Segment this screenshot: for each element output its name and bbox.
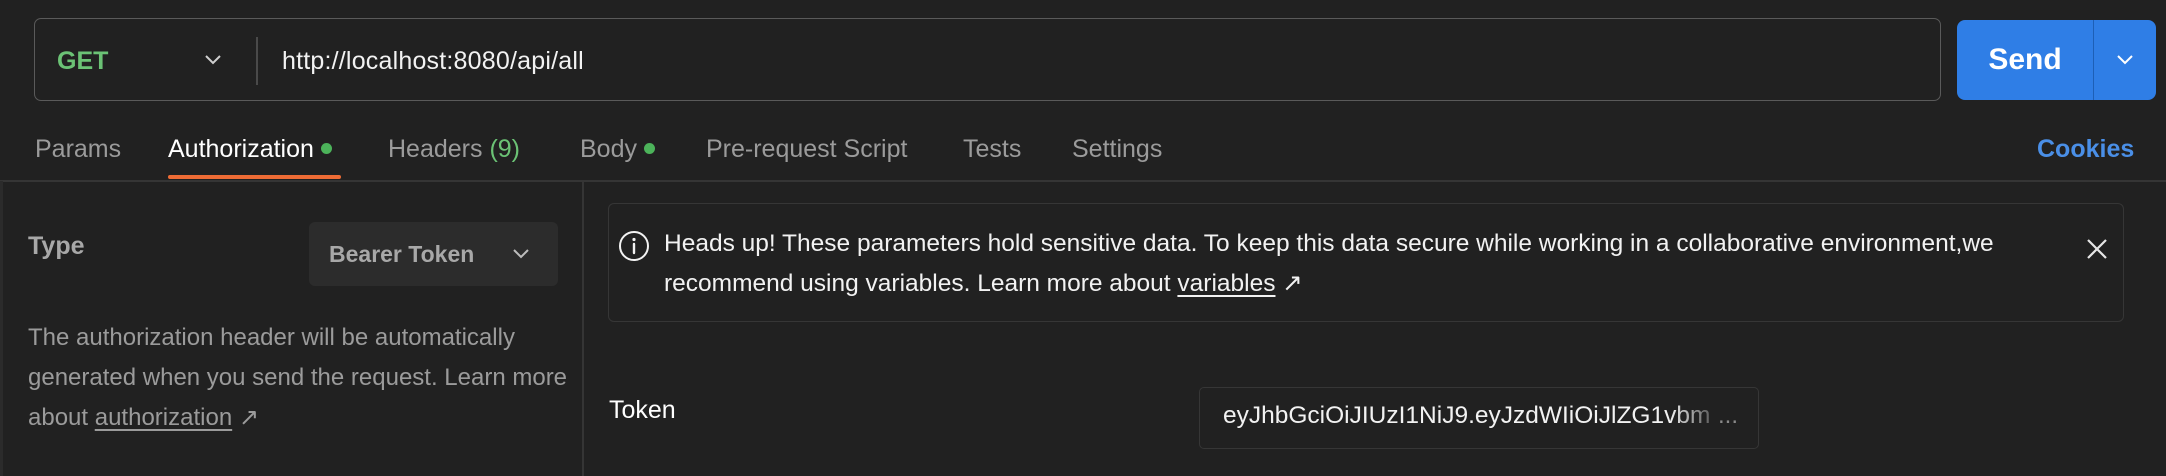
tab-tests[interactable]: Tests <box>963 132 1021 166</box>
tab-label: Tests <box>963 135 1022 163</box>
auth-description: The authorization header will be automat… <box>28 318 568 438</box>
authorization-link[interactable]: authorization <box>95 404 232 431</box>
tab-headers[interactable]: Headers (9) <box>388 132 520 166</box>
cookies-link[interactable]: Cookies <box>2037 132 2134 166</box>
external-link-arrow-icon: ↗ <box>1282 270 1303 297</box>
external-link-arrow-icon: ↗ <box>238 404 259 431</box>
tab-label: Body <box>580 135 637 163</box>
tab-label: Headers <box>388 135 483 163</box>
url-divider <box>256 37 258 85</box>
token-value[interactable]: eyJhbGciOiJIUzI1NiJ9.eyJzdWIiOiJlZG1vbm <box>1223 399 1743 433</box>
tab-label: Params <box>35 135 122 163</box>
panel-divider[interactable] <box>582 181 584 476</box>
status-dot <box>643 142 655 154</box>
tab-label: Settings <box>1072 135 1163 163</box>
chevron-down-icon[interactable] <box>200 47 226 73</box>
info-icon <box>619 231 649 261</box>
banner-text: Heads up! These parameters hold sensitiv… <box>664 230 1994 297</box>
token-ellipsis: ... <box>1718 402 1739 429</box>
token-label: Token <box>609 396 676 424</box>
tab-label: Pre-request Script <box>706 135 908 163</box>
status-dot <box>320 142 332 154</box>
panel-edge <box>0 181 3 476</box>
send-options-button[interactable] <box>2094 20 2156 100</box>
chevron-down-icon <box>2117 55 2133 65</box>
url-input[interactable]: http://localhost:8080/api/all <box>282 44 584 78</box>
tab-settings[interactable]: Settings <box>1072 132 1162 166</box>
send-button[interactable]: Send <box>1957 20 2093 100</box>
tab-label: Authorization <box>168 135 314 163</box>
method-select[interactable]: GET <box>57 44 108 78</box>
auth-type-value[interactable]: Bearer Token <box>329 238 474 270</box>
chevron-down-icon[interactable] <box>508 241 534 267</box>
tab-pre-request-script[interactable]: Pre-request Script <box>706 132 907 166</box>
tab-params[interactable]: Params <box>35 132 121 166</box>
active-tab-underline <box>168 175 341 179</box>
headers-count: (9) <box>489 135 521 163</box>
auth-type-label: Type <box>28 232 85 260</box>
tabs-divider <box>0 180 2166 182</box>
variables-link[interactable]: variables <box>1177 270 1275 297</box>
banner-message: Heads up! These parameters hold sensitiv… <box>664 224 2064 304</box>
tab-authorization[interactable]: Authorization <box>168 132 332 166</box>
tab-body[interactable]: Body <box>580 132 655 166</box>
close-icon[interactable] <box>2082 234 2112 264</box>
